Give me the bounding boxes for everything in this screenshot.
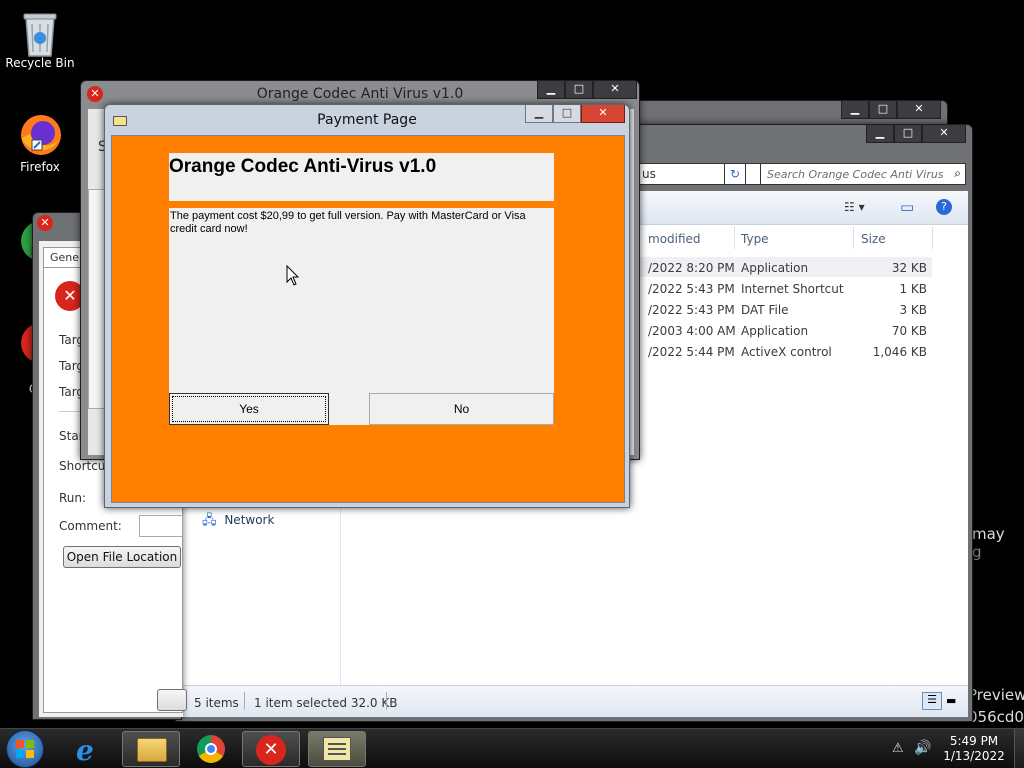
open-file-location-button[interactable]: Open File Location	[63, 546, 181, 568]
details-view-icon[interactable]: ☰	[922, 692, 942, 710]
desktop-icon-label: Firefox	[20, 160, 60, 174]
maximize-button[interactable]: □	[565, 81, 593, 99]
header-divider	[734, 227, 735, 249]
status-item-count: 5 items	[194, 696, 239, 710]
desktop-side-text-bottom: Preview 056cd0	[968, 686, 1024, 726]
window-error-icon: ✕	[37, 215, 53, 231]
row-size: 1 KB	[899, 282, 927, 296]
refresh-button[interactable]: ↻	[724, 163, 746, 185]
minimize-button[interactable]: ▁	[525, 105, 553, 123]
tiles-view-icon[interactable]: ▬	[946, 694, 956, 707]
payment-body: Orange Codec Anti-Virus v1.0 The payment…	[111, 135, 625, 503]
minimize-button[interactable]: ▁	[866, 125, 894, 143]
row-type: Application	[741, 324, 809, 338]
chrome-icon	[197, 735, 225, 763]
maximize-button[interactable]: □	[553, 105, 581, 123]
search-icon: ⌕	[954, 166, 961, 180]
header-divider	[932, 227, 933, 249]
status-selection: 1 item selected 32.0 KB	[254, 696, 398, 710]
notepad-icon	[323, 737, 351, 761]
row-modified[interactable]: /2022 5:43 PM	[648, 303, 735, 317]
close-button[interactable]: ✕	[922, 125, 966, 143]
clock[interactable]: 5:49 PM 1/13/2022	[938, 734, 1010, 764]
column-header-modified[interactable]: modified	[648, 232, 701, 246]
column-header-type[interactable]: Type	[741, 232, 769, 246]
taskbar: e ✕ ⚠ 🔊 5:49 PM 1/13/2022	[0, 728, 1024, 768]
nav-item-network[interactable]: 🖧 Network	[202, 511, 274, 533]
row-size: 3 KB	[899, 303, 927, 317]
column-header-size[interactable]: Size	[861, 232, 886, 246]
row-type: Application	[741, 261, 809, 275]
taskbar-orange-codec[interactable]: ✕	[242, 731, 300, 767]
row-type: DAT File	[741, 303, 789, 317]
row-modified: /2022 8:20 PM	[648, 261, 735, 275]
header-divider	[853, 227, 854, 249]
desktop-side-text: may g	[972, 525, 1005, 561]
status-divider	[244, 692, 245, 710]
taskbar-chrome[interactable]	[182, 731, 240, 767]
network-icon: 🖧	[202, 513, 217, 528]
window-controls: ▁ □ ✕	[525, 105, 625, 123]
show-desktop-button[interactable]	[1014, 729, 1024, 768]
window-controls: ▁ □ ✕	[537, 81, 637, 99]
message-panel: The payment cost $20,99 to get full vers…	[169, 208, 554, 393]
desktop-icon-recycle-bin[interactable]: Recycle Bin	[0, 8, 80, 70]
product-heading: Orange Codec Anti-Virus v1.0	[169, 156, 437, 177]
desktop-icon-label: Recycle Bin	[5, 56, 75, 70]
row-type: Internet Shortcut	[741, 282, 844, 296]
minimize-button[interactable]: ▁	[537, 81, 565, 99]
start-button[interactable]	[6, 730, 44, 768]
taskbar-payment-page[interactable]	[308, 731, 366, 767]
volume-icon[interactable]: 🔊	[914, 740, 931, 756]
payment-message: The payment cost $20,99 to get full vers…	[170, 210, 526, 235]
error-x-icon: ✕	[256, 735, 286, 765]
taskbar-internet-explorer[interactable]: e	[62, 731, 120, 767]
row-type: ActiveX control	[741, 345, 832, 359]
heading-panel: Orange Codec Anti-Virus v1.0	[169, 153, 554, 201]
yes-button[interactable]: Yes	[169, 393, 329, 425]
status-bar: 5 items 1 item selected 32.0 KB ☰ ▬	[180, 685, 968, 717]
comment-input[interactable]	[139, 515, 183, 537]
maximize-button[interactable]: □	[869, 101, 897, 119]
preview-pane-icon[interactable]: ▭	[900, 198, 914, 216]
network-tray-icon[interactable]: ⚠	[892, 741, 904, 756]
search-input[interactable]: Search Orange Codec Anti Virus ⌕	[760, 163, 966, 185]
row-size: 70 KB	[891, 324, 927, 338]
windows-logo-icon	[16, 740, 34, 758]
row-modified[interactable]: /2003 4:00 AM	[648, 324, 736, 338]
recycle-bin-icon	[18, 8, 62, 57]
desktop-icon-firefox[interactable]: Firefox	[0, 112, 80, 174]
row-modified[interactable]: /2022 5:43 PM	[648, 282, 735, 296]
status-divider	[386, 692, 387, 710]
close-button[interactable]: ✕	[581, 105, 625, 123]
taskbar-explorer[interactable]	[122, 731, 180, 767]
comment-label: Comment:	[59, 519, 122, 533]
close-button[interactable]: ✕	[593, 81, 637, 99]
run-label: Run:	[59, 491, 87, 505]
button-gap	[329, 393, 369, 425]
payment-page-window[interactable]: Payment Page ▁ □ ✕ Orange Codec Anti-Vir…	[104, 104, 630, 508]
internet-explorer-icon: e	[76, 734, 94, 767]
maximize-button[interactable]: □	[894, 125, 922, 143]
mouse-cursor-icon	[286, 264, 300, 290]
folder-icon	[137, 738, 167, 762]
clock-time: 5:49 PM	[949, 734, 999, 748]
no-button[interactable]: No	[369, 393, 554, 425]
row-size: 1,046 KB	[872, 345, 927, 359]
window-controls: ▁ □ ✕	[841, 101, 941, 119]
firefox-icon	[18, 112, 62, 156]
ok-button-partial[interactable]	[157, 689, 187, 711]
help-icon[interactable]: ?	[936, 199, 952, 215]
view-options-icon[interactable]: ☷ ▾	[844, 200, 865, 214]
row-modified[interactable]: /2022 5:44 PM	[648, 345, 735, 359]
clock-date: 1/13/2022	[943, 749, 1005, 763]
window-controls: ▁ □ ✕	[866, 125, 966, 143]
close-button[interactable]: ✕	[897, 101, 941, 119]
minimize-button[interactable]: ▁	[841, 101, 869, 119]
row-size: 32 KB	[891, 261, 927, 275]
